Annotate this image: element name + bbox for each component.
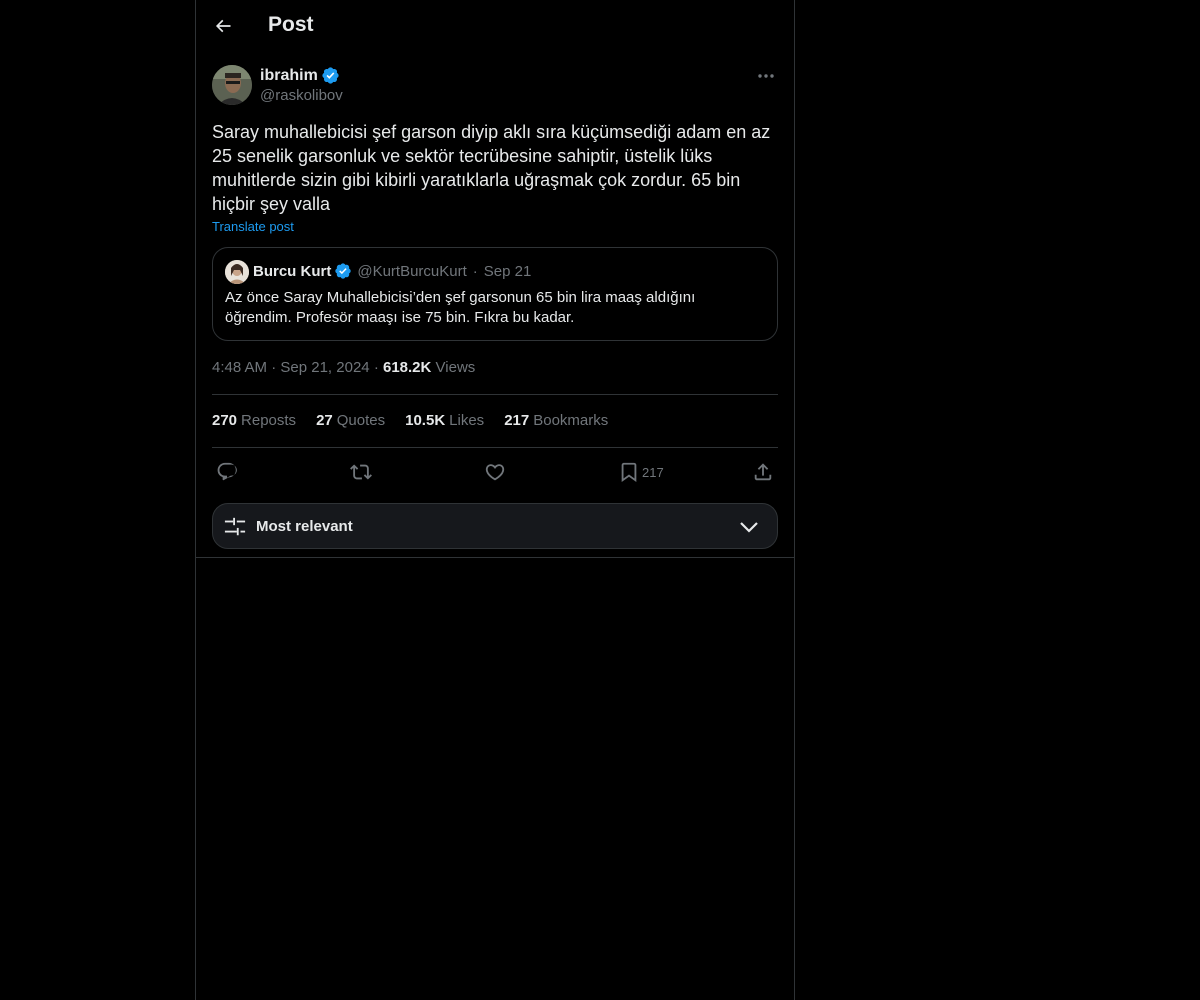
share-button[interactable]: [752, 458, 774, 486]
author-row: ibrahim @raskolibov: [212, 64, 778, 108]
quote-text: Az önce Saray Muhallebicisi’den şef gars…: [225, 289, 696, 326]
reposts-stat[interactable]: 270 Reposts: [212, 412, 296, 429]
views-count: 618.2K: [382, 359, 432, 376]
more-icon: [758, 74, 774, 78]
post: ibrahim @raskolibov Saray muhallebicisi …: [212, 64, 778, 483]
quote-author-name: Burcu Kurt: [253, 262, 332, 280]
quote-avatar: [225, 260, 249, 284]
divider: [212, 394, 778, 395]
quote-header: Burcu Kurt @KurtBurcuKurt · Sep 21: [253, 262, 531, 280]
quoted-post[interactable]: Burcu Kurt @KurtBurcuKurt · Sep 21 Az ön…: [212, 247, 778, 341]
back-button[interactable]: [206, 9, 240, 43]
arrow-left-icon: [215, 19, 231, 33]
divider: [196, 557, 794, 558]
post-meta: 4:48 AM · Sep 21, 2024 · 618.2K Views: [212, 359, 475, 376]
meta-separator: ·: [271, 359, 281, 376]
action-bar: 217: [212, 458, 778, 488]
likes-stat[interactable]: 10.5K Likes: [405, 412, 484, 429]
bookmark-icon: [621, 462, 637, 483]
engagement-stats: 270 Reposts 27 Quotes 10.5K Likes 217 Bookma…: [212, 412, 608, 429]
divider: [212, 447, 778, 448]
main-column: Post ibrahim @raskolibov Saray muhallebi…: [195, 0, 795, 1000]
author-name-text: ibrahim: [260, 66, 318, 84]
repost-button[interactable]: [350, 458, 372, 486]
translate-post-link[interactable]: Translate post: [212, 219, 294, 234]
like-button[interactable]: [484, 458, 506, 486]
heart-icon: [485, 464, 505, 481]
share-icon: [754, 463, 772, 481]
verified-badge-icon: [335, 263, 352, 279]
sliders-icon: [224, 517, 246, 536]
bookmark-button[interactable]: 217: [618, 458, 664, 486]
chevron-down-icon: [740, 522, 758, 533]
post-time[interactable]: 4:48 AM: [212, 359, 267, 376]
meta-separator: ·: [373, 359, 383, 376]
views-label: Views: [435, 359, 476, 376]
author-handle[interactable]: @raskolibov: [260, 87, 343, 104]
sort-label: Most relevant: [256, 518, 353, 535]
verified-badge-icon: [322, 67, 339, 84]
page-title: Post: [268, 13, 314, 36]
post-text: Saray muhallebicisi şef garson diyip akl…: [212, 122, 771, 214]
sort-replies-dropdown[interactable]: Most relevant: [212, 503, 778, 549]
bookmarks-stat[interactable]: 217 Bookmarks: [504, 412, 608, 429]
bookmark-count: 217: [642, 464, 664, 480]
header: Post: [196, 0, 794, 54]
quote-date: Sep 21: [483, 262, 532, 280]
quote-separator: ·: [472, 262, 478, 280]
post-date[interactable]: Sep 21, 2024: [280, 359, 369, 376]
reply-button[interactable]: [216, 458, 238, 486]
author-name[interactable]: ibrahim: [260, 66, 340, 85]
more-options-button[interactable]: [754, 66, 778, 86]
quotes-stat[interactable]: 27 Quotes: [316, 412, 385, 429]
repost-icon: [350, 464, 372, 480]
reply-icon: [217, 462, 237, 481]
avatar[interactable]: [212, 65, 252, 105]
quote-author-handle: @KurtBurcuKurt: [357, 262, 467, 280]
